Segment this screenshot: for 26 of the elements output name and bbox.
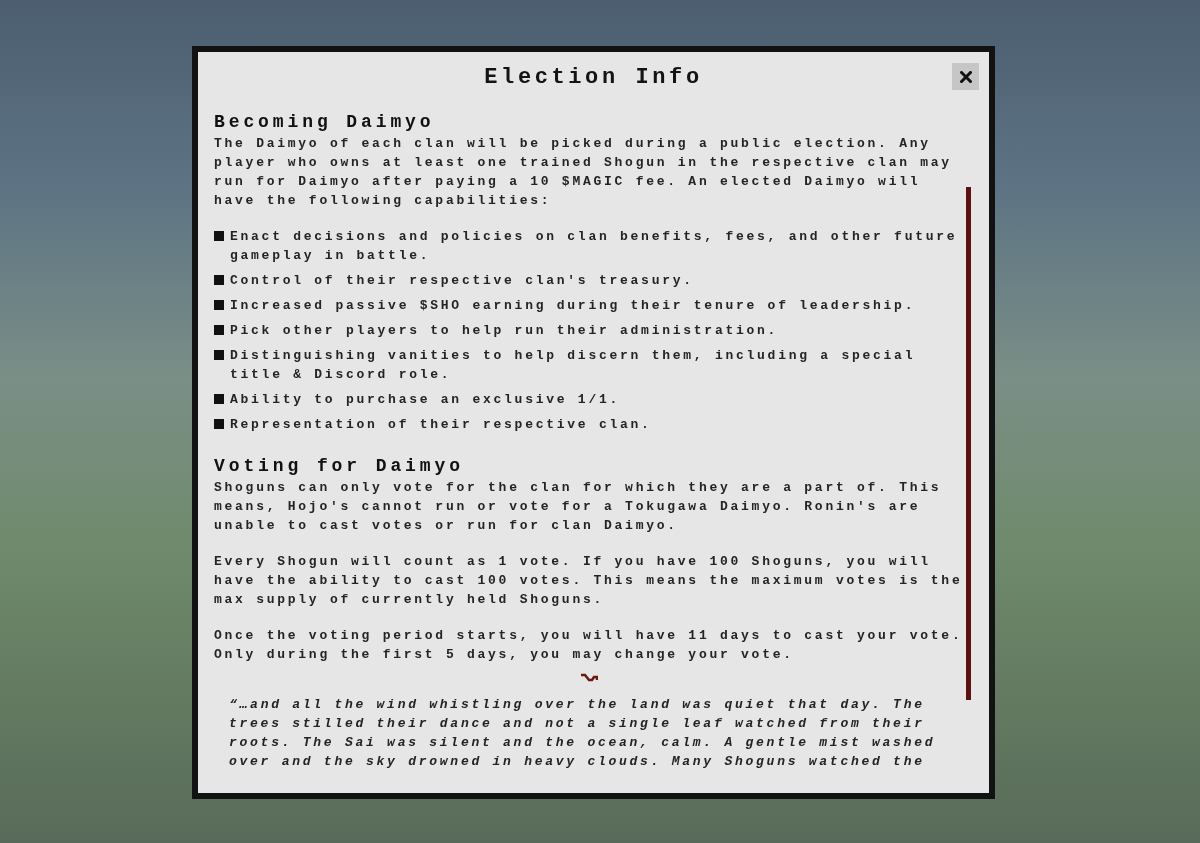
list-item-text: Control of their respective clan's treasury. — [230, 272, 694, 290]
square-bullet-icon — [214, 419, 224, 429]
close-icon — [959, 70, 972, 83]
square-bullet-icon — [214, 231, 224, 241]
square-bullet-icon — [214, 300, 224, 310]
body-paragraph: Shoguns can only vote for the clan for which they are a part of. This means, Hojo's cannot run or vote for a Tokugawa Daimyo. Ronin's are unable to cast votes or run for clan Daimyo. — [214, 479, 943, 535]
list-item-text: Increased passive $SHO earning during their tenure of leadership. — [230, 297, 916, 315]
section-heading: Becoming Daimyo — [214, 111, 436, 133]
square-bullet-icon — [214, 394, 224, 404]
list-item-text: Ability to purchase an exclusive 1/1. — [230, 391, 621, 409]
square-bullet-icon — [214, 275, 224, 285]
scrollbar[interactable] — [966, 187, 971, 700]
section-heading: Voting for Daimyo — [214, 455, 465, 477]
list-item-text: Pick other players to help run their administration. — [230, 322, 779, 340]
list-item-text: Representation of their respective clan. — [230, 416, 652, 434]
list-item-text: Enact decisions and policies on clan benefits, fees, and other future gameplay in battle. — [230, 228, 959, 265]
close-button[interactable] — [952, 63, 979, 90]
body-paragraph: Every Shogun will count as 1 vote. If you have 100 Shoguns, you will have the ability to cast 100 votes. This means the maximum votes is the max supply of currently held Shoguns. — [214, 553, 964, 609]
square-bullet-icon — [214, 325, 224, 335]
quote-text: “…and all the wind whistling over the land was quiet that day. The trees stilled their dance and not a single leaf watched from their roots. The Sai was silent and the ocean, calm. A gentle mist washed over and the sky drowned in heavy clouds. Many Shoguns watched the — [229, 696, 937, 771]
body-paragraph: Once the voting period starts, you will have 11 days to cast your vote. Only during the first 5 days, you may change your vote. — [214, 627, 964, 664]
squiggle-ornament-icon — [579, 673, 598, 683]
body-paragraph: The Daimyo of each clan will be picked during a public election. Any player who owns at least one trained Shogun in the respective clan may run for Daimyo after paying a 10 $MAGIC fee. An elected Daimyo will have the following capabilities: — [214, 135, 953, 210]
square-bullet-icon — [214, 350, 224, 360]
dialog-title: Election Info — [484, 64, 703, 92]
list-item-text: Distinguishing vanities to help discern them, including a special title & Discord role. — [230, 347, 917, 384]
